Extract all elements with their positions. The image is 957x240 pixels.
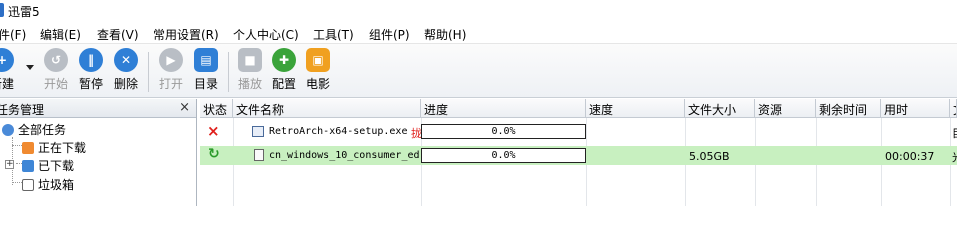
column-header-size[interactable]: 文件大小 bbox=[685, 99, 755, 118]
delete-button[interactable]: ✕ 删除 bbox=[110, 48, 142, 92]
task-manager-panel: 任务管理 × 全部任务 正在下载 + 已下载 垃圾箱 bbox=[0, 99, 197, 206]
task-panel-title: 任务管理 bbox=[0, 103, 45, 117]
menu-view[interactable]: 查看(V) bbox=[97, 26, 139, 43]
iso-file-icon bbox=[254, 149, 264, 161]
column-header-progress[interactable]: 进度 bbox=[421, 99, 586, 118]
menu-help[interactable]: 帮助(H) bbox=[424, 26, 466, 43]
error-status-icon: × bbox=[207, 122, 220, 140]
video-icon: ■ bbox=[238, 48, 262, 72]
folder-button[interactable]: ▤ 目录 bbox=[190, 48, 222, 92]
downloading-status-icon: ↻ bbox=[208, 146, 220, 162]
open-button[interactable]: ▶ 打开 bbox=[155, 48, 187, 92]
start-button[interactable]: ↺ 开始 bbox=[40, 48, 72, 92]
tree-line bbox=[12, 145, 22, 146]
tree-item-downloaded[interactable]: 已下载 bbox=[22, 157, 74, 174]
file-size: 5.05GB bbox=[689, 150, 730, 163]
progress-bar: 0.0% bbox=[421, 148, 586, 163]
folder-icon: ▤ bbox=[194, 48, 218, 72]
menu-file[interactable]: 件(F) bbox=[0, 26, 26, 43]
app-icon bbox=[0, 3, 4, 17]
column-header-resources[interactable]: 资源 bbox=[755, 99, 816, 118]
window-title: 迅雷5 bbox=[8, 5, 40, 19]
column-header-extra[interactable]: 文 bbox=[950, 99, 957, 118]
column-header-remaining[interactable]: 剩余时间 bbox=[816, 99, 881, 118]
menu-personal[interactable]: 个人中心(C) bbox=[233, 26, 299, 43]
close-icon[interactable]: × bbox=[179, 100, 190, 115]
movie-button[interactable]: ▣ 电影 bbox=[302, 48, 334, 92]
trash-icon bbox=[22, 179, 34, 191]
table-row[interactable]: ↻ cn_windows_10_consumer_ed 0.0% 5.05GB … bbox=[200, 146, 957, 165]
tree-item-label: 已下载 bbox=[38, 159, 75, 173]
wrench-icon: ✚ bbox=[272, 48, 296, 72]
table-row[interactable]: × RetroArch-x64-setup.exe 拢 0.0% 目 bbox=[200, 122, 957, 141]
tree-item-label: 正在下载 bbox=[38, 141, 87, 155]
start-icon: ↺ bbox=[44, 48, 68, 72]
movie-icon: ▣ bbox=[306, 48, 330, 72]
progress-bar: 0.0% bbox=[421, 124, 586, 139]
exe-file-icon bbox=[252, 126, 264, 137]
delete-icon: ✕ bbox=[114, 48, 138, 72]
toolbar: + 新建 ↺ 开始 ‖ 暂停 ✕ 删除 ▶ 打开 ▤ 目录 ■ 播放 ✚ 配置 … bbox=[0, 44, 957, 98]
file-name: RetroArch-x64-setup.exe bbox=[269, 126, 408, 137]
extra-cell: 光 bbox=[952, 149, 957, 165]
folder-label: 目录 bbox=[193, 77, 218, 91]
menu-plugins[interactable]: 组件(P) bbox=[369, 26, 410, 43]
delete-label: 删除 bbox=[113, 77, 138, 91]
new-icon: + bbox=[0, 48, 14, 72]
tree-item-downloading[interactable]: 正在下载 bbox=[22, 139, 86, 156]
column-header-speed[interactable]: 速度 bbox=[586, 99, 685, 118]
tree-item-label: 全部任务 bbox=[18, 123, 67, 137]
column-header-status[interactable]: 状态 bbox=[200, 99, 233, 118]
column-header-filename[interactable]: 文件名称 bbox=[233, 99, 421, 118]
new-task-button[interactable]: + 新建 bbox=[0, 48, 18, 92]
pause-icon: ‖ bbox=[79, 48, 103, 72]
open-icon: ▶ bbox=[159, 48, 183, 72]
download-list: 状态 文件名称 进度 速度 文件大小 资源 剩余时间 用时 文 × RetroA… bbox=[200, 99, 957, 206]
menu-tools[interactable]: 工具(T) bbox=[313, 26, 354, 43]
menu-bar: 件(F) 编辑(E) 查看(V) 常用设置(R) 个人中心(C) 工具(T) 组… bbox=[0, 22, 957, 44]
menu-settings[interactable]: 常用设置(R) bbox=[153, 26, 219, 43]
downloaded-icon bbox=[22, 160, 34, 172]
all-tasks-icon bbox=[2, 124, 14, 136]
movie-label: 电影 bbox=[305, 77, 330, 91]
expand-icon[interactable]: + bbox=[5, 160, 14, 169]
tree-item-label: 垃圾箱 bbox=[38, 178, 75, 192]
chevron-down-icon[interactable] bbox=[26, 65, 34, 70]
new-label: 新建 bbox=[0, 77, 14, 91]
elapsed-time: 00:00:37 bbox=[885, 150, 935, 163]
tree-line bbox=[12, 182, 22, 183]
extra-cell: 目 bbox=[952, 125, 957, 141]
pause-button[interactable]: ‖ 暂停 bbox=[75, 48, 107, 92]
task-panel-header: 任务管理 × bbox=[0, 99, 196, 118]
title-bar: 迅雷5 bbox=[0, 0, 957, 22]
file-name: cn_windows_10_consumer_ed bbox=[269, 150, 420, 161]
tree-item-all-tasks[interactable]: 全部任务 bbox=[2, 121, 66, 138]
column-header-elapsed[interactable]: 用时 bbox=[881, 99, 950, 118]
progress-text: 0.0% bbox=[491, 150, 516, 161]
downloading-icon bbox=[22, 142, 34, 154]
tree-item-trash[interactable]: 垃圾箱 bbox=[22, 176, 74, 193]
menu-edit[interactable]: 编辑(E) bbox=[40, 26, 81, 43]
progress-text: 0.0% bbox=[491, 126, 516, 137]
